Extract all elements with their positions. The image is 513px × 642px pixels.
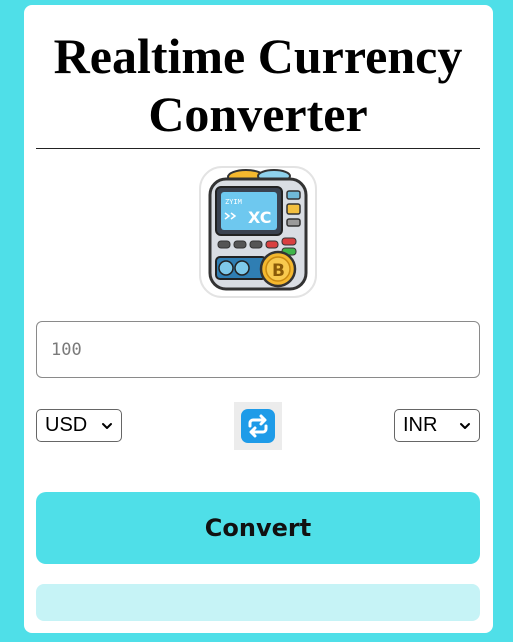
convert-button[interactable]: Convert — [36, 492, 480, 564]
page-title: Realtime Currency Converter — [36, 27, 480, 143]
svg-text:B: B — [272, 261, 285, 281]
result-box — [36, 584, 480, 621]
title-divider — [36, 148, 480, 149]
title-line-1: Realtime Currency — [53, 28, 463, 84]
convert-button-label: Convert — [204, 514, 312, 542]
to-currency-value: INR — [403, 414, 438, 436]
to-currency-select[interactable]: INR — [394, 409, 480, 442]
screen-text-small: ZYIM — [225, 198, 242, 206]
chevron-down-icon — [102, 422, 112, 429]
from-currency-value: USD — [45, 414, 88, 436]
screen-text-large: XC — [248, 208, 272, 227]
from-currency-select[interactable]: USD — [36, 409, 122, 442]
chevron-down-icon — [460, 422, 470, 429]
converter-card: Realtime Currency Converter ZYIM XC B 10… — [24, 5, 493, 633]
atm-machine-icon: ZYIM XC B — [199, 166, 317, 298]
swap-arrows-icon — [241, 409, 275, 443]
swap-currencies-button[interactable] — [234, 402, 282, 450]
title-line-2: Converter — [148, 86, 368, 142]
amount-input[interactable] — [36, 321, 480, 378]
